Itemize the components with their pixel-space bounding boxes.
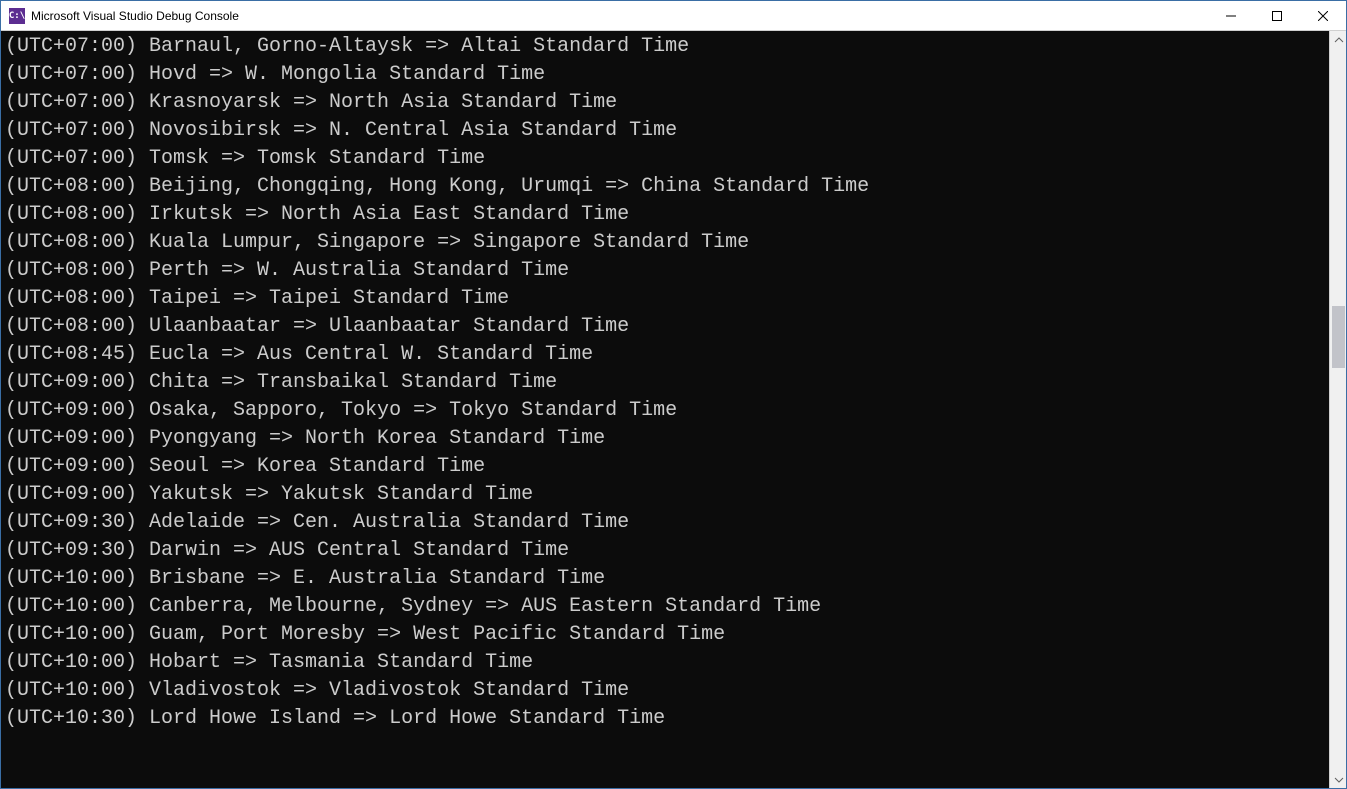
console-line: (UTC+07:00) Novosibirsk => N. Central As… (5, 117, 1325, 145)
chevron-up-icon (1334, 35, 1344, 45)
console-line: (UTC+10:00) Brisbane => E. Australia Sta… (5, 565, 1325, 593)
window-title: Microsoft Visual Studio Debug Console (31, 9, 239, 23)
console-output[interactable]: (UTC+07:00) Barnaul, Gorno-Altaysk => Al… (1, 31, 1329, 788)
console-line: (UTC+09:00) Chita => Transbaikal Standar… (5, 369, 1325, 397)
scroll-down-button[interactable] (1330, 771, 1347, 788)
minimize-button[interactable] (1208, 1, 1254, 31)
console-line: (UTC+07:00) Hovd => W. Mongolia Standard… (5, 61, 1325, 89)
console-line: (UTC+10:00) Guam, Port Moresby => West P… (5, 621, 1325, 649)
console-line: (UTC+09:30) Darwin => AUS Central Standa… (5, 537, 1325, 565)
console-line: (UTC+10:30) Lord Howe Island => Lord How… (5, 705, 1325, 733)
console-line: (UTC+08:00) Kuala Lumpur, Singapore => S… (5, 229, 1325, 257)
console-line: (UTC+09:30) Adelaide => Cen. Australia S… (5, 509, 1325, 537)
console-line: (UTC+08:00) Perth => W. Australia Standa… (5, 257, 1325, 285)
chevron-down-icon (1334, 775, 1344, 785)
maximize-button[interactable] (1254, 1, 1300, 31)
vertical-scrollbar[interactable] (1329, 31, 1346, 788)
window-frame: C:\ Microsoft Visual Studio Debug Consol… (0, 0, 1347, 789)
maximize-icon (1272, 11, 1282, 21)
console-line: (UTC+09:00) Pyongyang => North Korea Sta… (5, 425, 1325, 453)
console-line: (UTC+08:00) Taipei => Taipei Standard Ti… (5, 285, 1325, 313)
close-icon (1318, 11, 1328, 21)
console-line: (UTC+08:00) Ulaanbaatar => Ulaanbaatar S… (5, 313, 1325, 341)
scrollbar-thumb[interactable] (1332, 306, 1345, 368)
console-line: (UTC+09:00) Yakutsk => Yakutsk Standard … (5, 481, 1325, 509)
console-line: (UTC+07:00) Krasnoyarsk => North Asia St… (5, 89, 1325, 117)
close-button[interactable] (1300, 1, 1346, 31)
console-line: (UTC+09:00) Seoul => Korea Standard Time (5, 453, 1325, 481)
console-line: (UTC+07:00) Barnaul, Gorno-Altaysk => Al… (5, 33, 1325, 61)
console-line: (UTC+10:00) Vladivostok => Vladivostok S… (5, 677, 1325, 705)
console-line: (UTC+09:00) Osaka, Sapporo, Tokyo => Tok… (5, 397, 1325, 425)
scroll-up-button[interactable] (1330, 31, 1347, 48)
minimize-icon (1226, 11, 1236, 21)
app-icon: C:\ (9, 8, 25, 24)
titlebar[interactable]: C:\ Microsoft Visual Studio Debug Consol… (1, 1, 1346, 31)
console-line: (UTC+07:00) Tomsk => Tomsk Standard Time (5, 145, 1325, 173)
console-line: (UTC+08:00) Irkutsk => North Asia East S… (5, 201, 1325, 229)
console-line: (UTC+08:45) Eucla => Aus Central W. Stan… (5, 341, 1325, 369)
console-line: (UTC+10:00) Canberra, Melbourne, Sydney … (5, 593, 1325, 621)
console-line: (UTC+10:00) Hobart => Tasmania Standard … (5, 649, 1325, 677)
window-body: (UTC+07:00) Barnaul, Gorno-Altaysk => Al… (1, 31, 1346, 788)
console-line: (UTC+08:00) Beijing, Chongqing, Hong Kon… (5, 173, 1325, 201)
